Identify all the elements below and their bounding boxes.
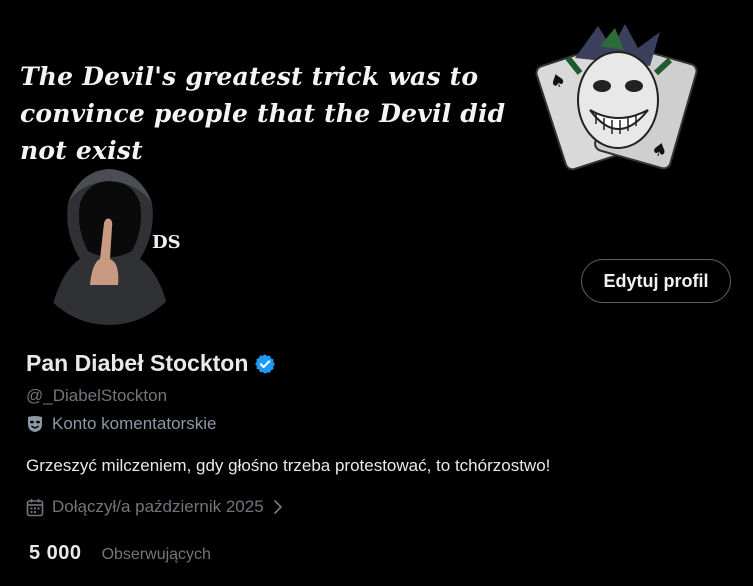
verified-badge-icon[interactable] xyxy=(254,353,276,375)
account-label: Konto komentatorskie xyxy=(26,414,216,434)
profile-name-row: Pan Diabeł Stockton xyxy=(26,350,276,377)
theater-mask-icon xyxy=(28,416,42,432)
edit-profile-button[interactable]: Edytuj profil xyxy=(581,259,731,303)
joined-date[interactable]: Dołączył/a październik 2025 xyxy=(26,497,284,517)
account-label-text: Konto komentatorskie xyxy=(52,414,217,433)
followers-link[interactable]: 5 000 Obserwujących xyxy=(29,542,211,565)
profile-handle: @_DiabelStockton xyxy=(26,386,168,405)
joined-text: Dołączył/a październik 2025 xyxy=(52,497,264,516)
svg-text:DS: DS xyxy=(152,232,181,253)
avatar[interactable]: DS DS xyxy=(28,163,190,325)
display-name: Pan Diabeł Stockton xyxy=(26,350,249,376)
profile-bio: Grzeszyć milczeniem, gdy głośno trzeba p… xyxy=(26,456,551,475)
joker-cards-icon: ♠ ♠ ♠ xyxy=(535,24,698,171)
followers-label: Obserwujących xyxy=(101,546,211,563)
hooded-figure-icon: DS xyxy=(28,163,190,325)
banner-quote: The Devil's greatest trick was to convin… xyxy=(20,62,506,165)
followers-count: 5 000 xyxy=(29,542,82,564)
profile-banner[interactable]: The Devil's greatest trick was to convin… xyxy=(0,0,753,175)
calendar-icon xyxy=(26,498,44,516)
chevron-right-icon xyxy=(273,500,282,514)
